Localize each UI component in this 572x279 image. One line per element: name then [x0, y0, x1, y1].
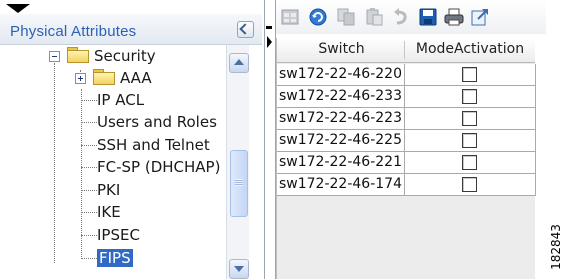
column-separator[interactable]	[404, 41, 405, 59]
figure-number-text: 182843	[548, 224, 563, 270]
tree-item-label: IKE	[97, 203, 121, 221]
mode-activation-cell[interactable]	[405, 152, 536, 174]
undo-disabled-icon[interactable]	[391, 7, 411, 27]
switch-table: Switch ModeActivation sw172-22-46-220 sw…	[276, 38, 536, 279]
print-icon[interactable]	[444, 7, 464, 27]
save-icon[interactable]	[418, 7, 438, 27]
tree-connector	[81, 122, 97, 123]
tree-item-label-selected: FIPS	[97, 249, 133, 267]
tree-item-label: SSH and Telnet	[97, 136, 210, 154]
refresh-icon[interactable]	[308, 7, 328, 27]
column-header-mode-activation[interactable]: ModeActivation	[407, 41, 533, 57]
mode-activation-cell[interactable]	[405, 64, 536, 86]
scroll-thumb[interactable]	[230, 150, 248, 217]
table-row[interactable]: sw172-22-46-233	[277, 86, 536, 108]
mode-activation-cell[interactable]	[405, 174, 536, 196]
tree-guide-line	[54, 63, 55, 263]
splitter-grip-icon	[266, 26, 272, 29]
switch-name: sw172-22-46-223	[279, 110, 402, 126]
switch-name: sw172-22-46-221	[279, 154, 402, 170]
tree-item-label: PKI	[97, 181, 121, 199]
mode-activation-cell[interactable]	[405, 108, 536, 130]
mode-activation-checkbox[interactable]	[462, 89, 477, 104]
information-pane: Switch ModeActivation sw172-22-46-220 sw…	[276, 0, 572, 279]
mode-activation-checkbox[interactable]	[462, 67, 477, 82]
tree-item-aaa[interactable]: AAA	[72, 67, 222, 89]
tree-item-label: AAA	[120, 69, 152, 87]
folder-icon	[93, 69, 115, 85]
tree-item-label: Users and Roles	[97, 113, 217, 131]
mode-activation-checkbox[interactable]	[462, 177, 477, 192]
table-row[interactable]: sw172-22-46-221	[277, 152, 536, 174]
table-header: Switch ModeActivation	[277, 38, 535, 63]
scroll-down-button[interactable]	[229, 259, 249, 279]
feature-tree: Security AAA IP ACL Users and Roles SSH …	[0, 45, 225, 279]
tree-connector	[81, 100, 97, 101]
tree-connector	[81, 235, 97, 236]
tree-connector	[81, 145, 97, 146]
switch-name: sw172-22-46-233	[279, 88, 402, 104]
folder-icon	[67, 47, 89, 63]
mode-activation-checkbox[interactable]	[462, 111, 477, 126]
tree-connector	[81, 258, 97, 259]
scroll-up-button[interactable]	[229, 53, 249, 73]
export-icon[interactable]	[470, 7, 490, 27]
switch-name: sw172-22-46-225	[279, 132, 402, 148]
refresh-disabled-icon[interactable]	[280, 7, 300, 27]
figure-number: 182843	[549, 224, 571, 270]
mode-activation-cell[interactable]	[405, 86, 536, 108]
panel-title: Physical Attributes	[10, 23, 137, 40]
switch-name: sw172-22-46-220	[279, 66, 402, 82]
switch-cell[interactable]: sw172-22-46-233	[277, 86, 405, 108]
chevron-down-icon	[234, 266, 244, 272]
collapse-panel-chevron-icon[interactable]	[237, 21, 254, 38]
tree-item-label: IP ACL	[97, 91, 145, 109]
splitter-arrow-icon[interactable]	[267, 36, 272, 48]
tree-connector	[81, 190, 97, 191]
switch-cell[interactable]: sw172-22-46-174	[277, 174, 405, 196]
tree-connector	[81, 212, 97, 213]
tree-item-security[interactable]: Security	[46, 45, 226, 67]
tree-connector	[81, 167, 97, 168]
tree-item-label: IPSEC	[97, 226, 140, 244]
expand-icon[interactable]	[75, 73, 86, 84]
switch-cell[interactable]: sw172-22-46-223	[277, 108, 405, 130]
mode-activation-checkbox[interactable]	[462, 155, 477, 170]
table-row[interactable]: sw172-22-46-174	[277, 174, 536, 196]
tree-guide-line	[81, 89, 82, 257]
column-header-switch[interactable]: Switch	[285, 41, 398, 57]
switch-cell[interactable]: sw172-22-46-221	[277, 152, 405, 174]
table-row[interactable]: sw172-22-46-223	[277, 108, 536, 130]
chevron-up-icon	[234, 59, 244, 65]
switch-cell[interactable]: sw172-22-46-225	[277, 130, 405, 152]
table-row[interactable]: sw172-22-46-220	[277, 64, 536, 86]
mode-activation-cell[interactable]	[405, 130, 536, 152]
mode-activation-checkbox[interactable]	[462, 133, 477, 148]
switch-cell[interactable]: sw172-22-46-220	[277, 64, 405, 86]
tree-item-label: Security	[94, 47, 156, 65]
panel-header: Physical Attributes	[0, 14, 262, 45]
paste-disabled-icon[interactable]	[364, 7, 384, 27]
tree-scrollbar[interactable]	[226, 45, 249, 279]
physical-attributes-panel: Physical Attributes Security AAA IP ACL …	[0, 0, 264, 279]
collapse-icon[interactable]	[49, 51, 60, 62]
table-row[interactable]: sw172-22-46-225	[277, 130, 536, 152]
copy-disabled-icon[interactable]	[336, 7, 356, 27]
panel-collapse-icon[interactable]	[6, 4, 30, 13]
tree-item-label: FC-SP (DHCHAP)	[97, 158, 221, 176]
toolbar	[276, 0, 546, 34]
panel-splitter[interactable]	[264, 0, 276, 279]
switch-name: sw172-22-46-174	[279, 176, 402, 192]
